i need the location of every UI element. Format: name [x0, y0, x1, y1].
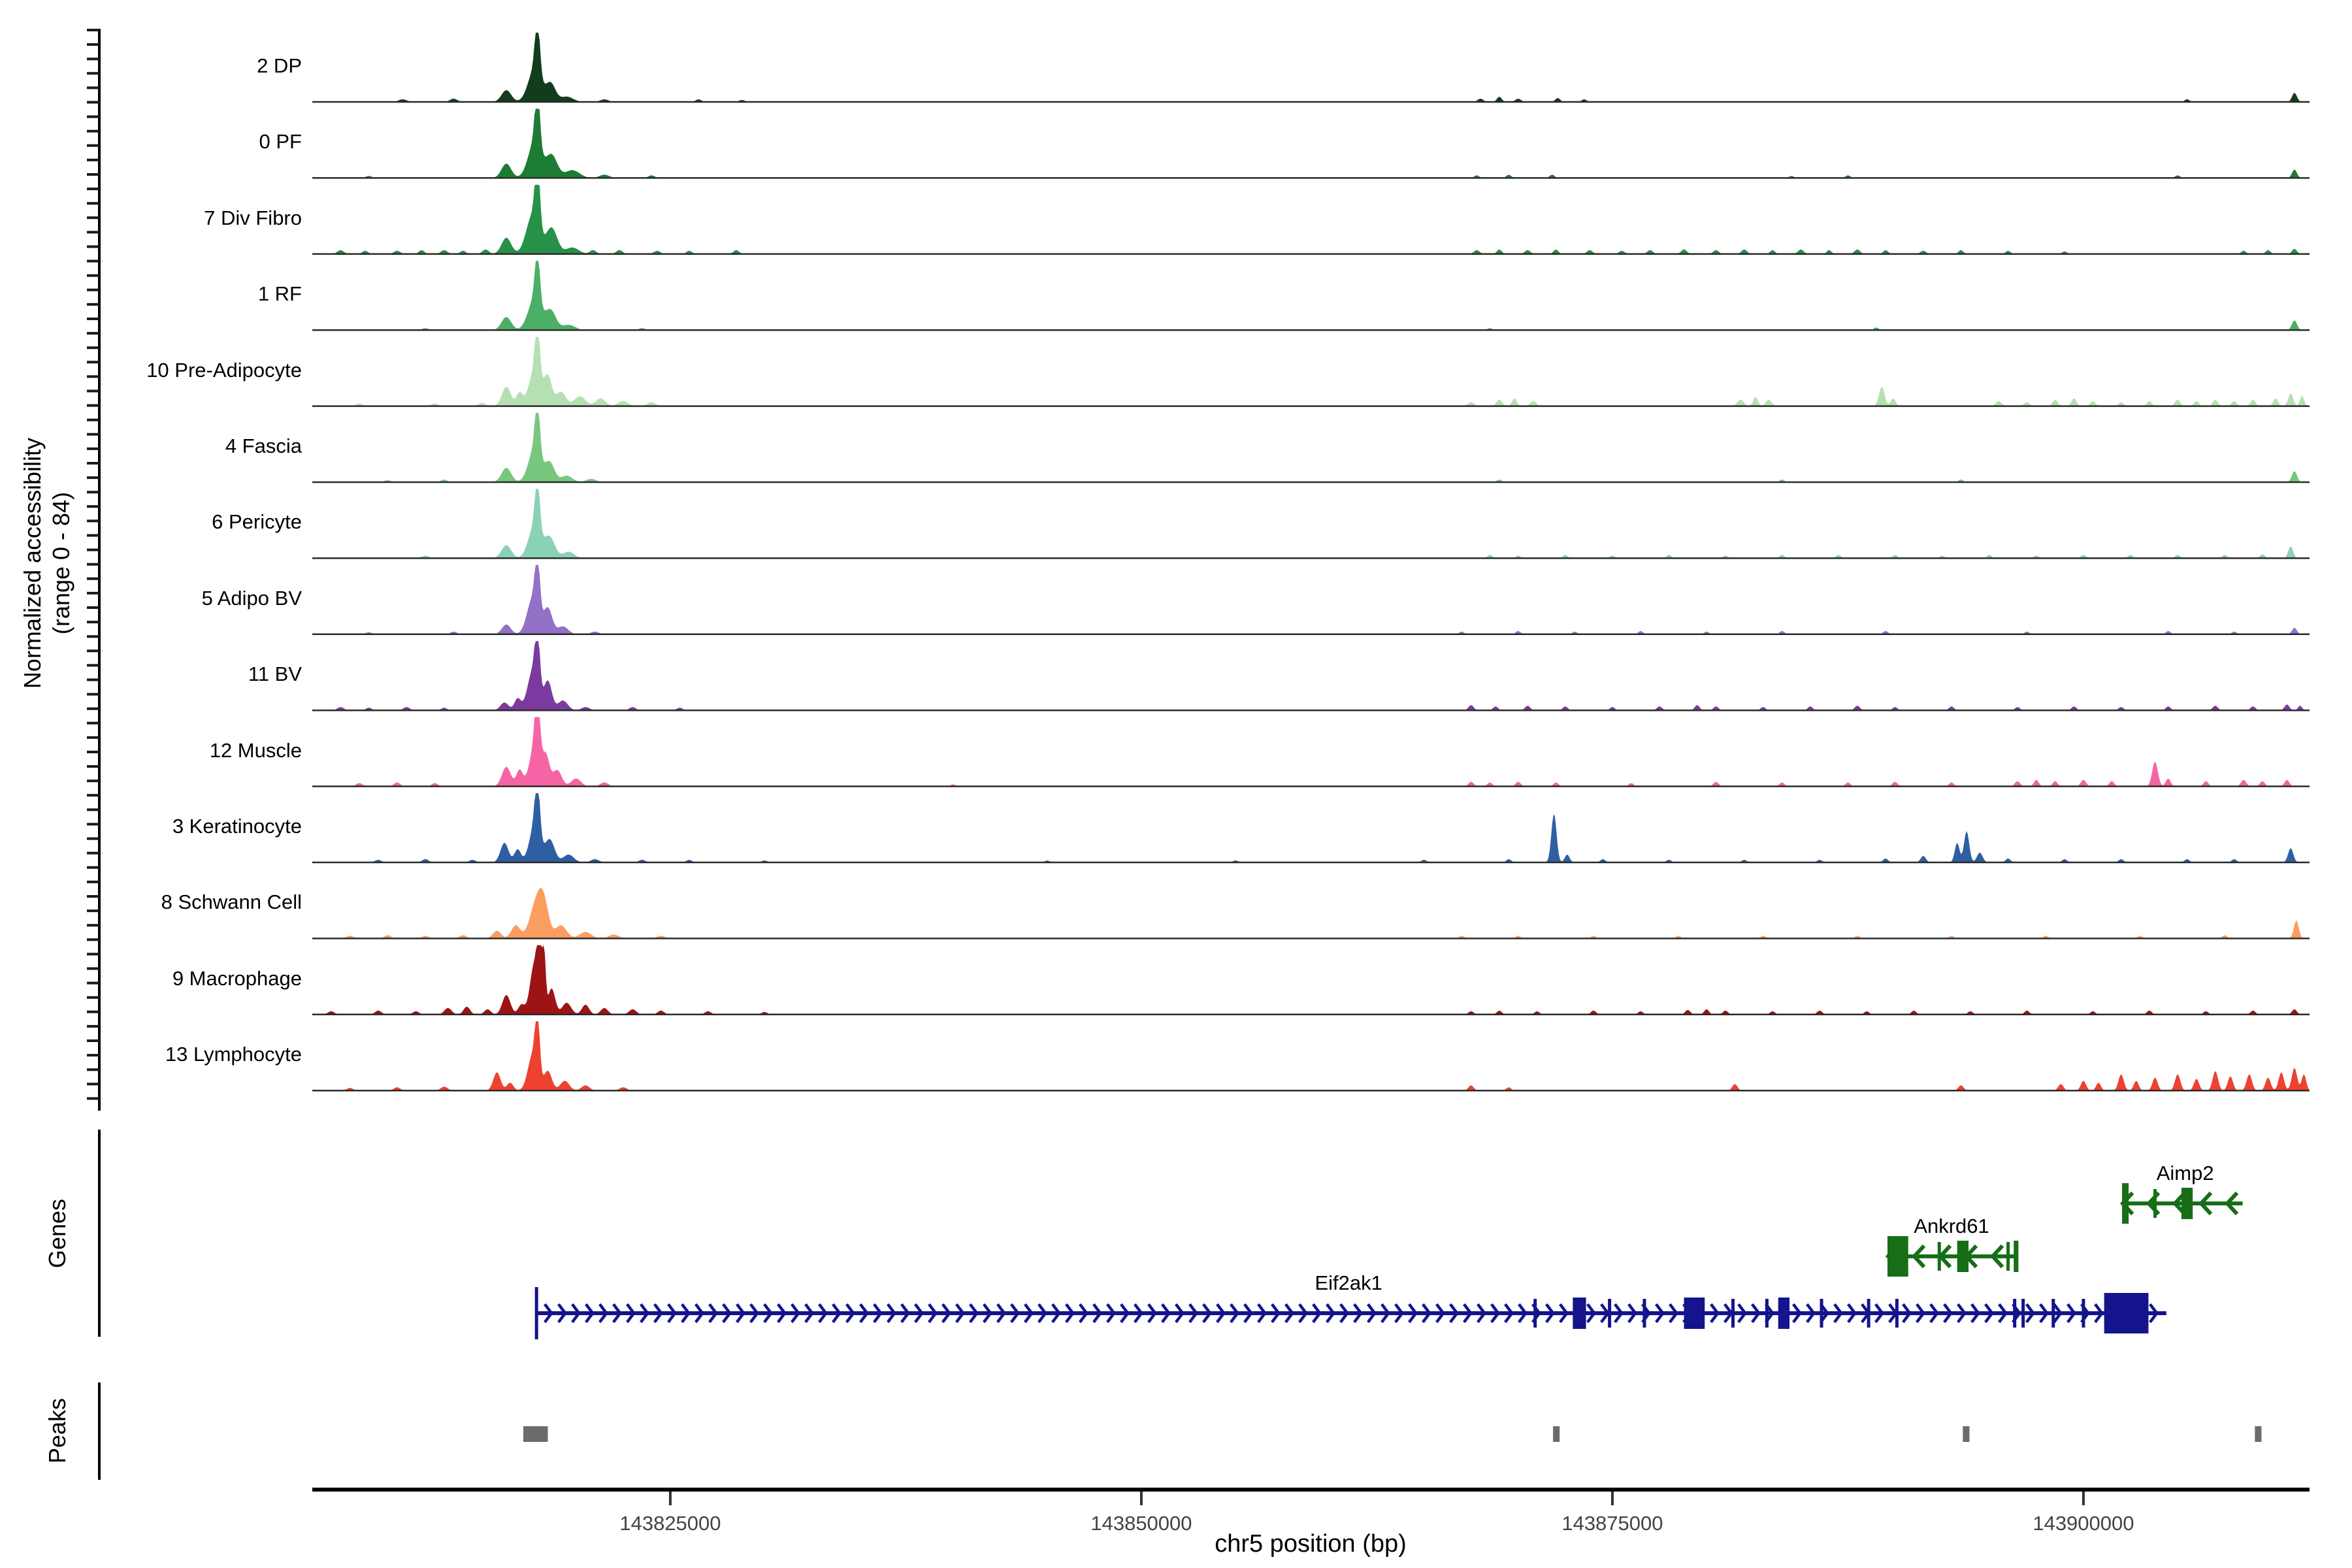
track-label-12-muscle: 12 Muscle [0, 739, 302, 762]
exon-box [1684, 1298, 1705, 1329]
exon-box-large [2104, 1293, 2149, 1333]
exon-box [1778, 1298, 1789, 1329]
exon-box [1573, 1298, 1586, 1329]
exon-tick [1642, 1299, 1646, 1328]
x-axis-title: chr5 position (bp) [1215, 1530, 1407, 1558]
track-label-2-dp: 2 DP [0, 54, 302, 78]
track-label-3-keratinocyte: 3 Keratinocyte [0, 815, 302, 838]
track-profile-12-muscle [312, 717, 2310, 787]
track-profile-6-pericyte [312, 489, 2310, 558]
y-axis-title-line2: (range 0 - 84) [47, 438, 76, 689]
track-profile-9-macrophage [312, 945, 2310, 1015]
track-profile-13-lymphocyte [312, 1021, 2310, 1090]
gene-model-eif2ak1 [535, 1287, 2166, 1339]
exon-tick [1820, 1299, 1823, 1328]
track-profile-8-schwann-cell [312, 888, 2310, 938]
track-profile-11-bv [312, 641, 2310, 710]
peak-interval-box [1553, 1426, 1560, 1442]
exon-tick [2013, 1299, 2016, 1328]
exon-tick [2153, 1189, 2157, 1218]
track-label-5-adipo-bv: 5 Adipo BV [0, 587, 302, 610]
exon-tick [1608, 1299, 1611, 1328]
exon-box-large [1887, 1236, 1908, 1277]
track-profile-0-pf [312, 108, 2310, 178]
exon-tick [2051, 1299, 2055, 1328]
peaks-section-label: Peaks [44, 1398, 71, 1463]
exon-box [2181, 1188, 2193, 1219]
exon-tick [1731, 1299, 1735, 1328]
track-profile-4-fascia [312, 413, 2310, 482]
exon-tick [2006, 1242, 2010, 1271]
exon-box-large [2122, 1183, 2129, 1224]
peak-interval-box [2255, 1426, 2261, 1442]
x-tick-label-143900000: 143900000 [2033, 1512, 2134, 1535]
track-profile-2-dp [312, 33, 2310, 102]
track-label-4-fascia: 4 Fascia [0, 434, 302, 458]
exon-tick [1765, 1299, 1769, 1328]
exon-tick [2021, 1299, 2025, 1328]
exon-tick [1867, 1299, 1870, 1328]
x-tick-label-143825000: 143825000 [619, 1512, 721, 1535]
track-label-10-pre-adipocyte: 10 Pre-Adipocyte [0, 359, 302, 382]
track-label-6-pericyte: 6 Pericyte [0, 510, 302, 534]
track-profile-3-keratinocyte [312, 793, 2310, 862]
gene-tss-tick [535, 1287, 538, 1339]
track-label-11-bv: 11 BV [0, 662, 302, 686]
gene-name-eif2ak1: Eif2ak1 [1315, 1271, 1382, 1295]
track-label-1-rf: 1 RF [0, 282, 302, 306]
y-axis-title-line1: Normalized accessibility [18, 438, 47, 689]
gene-name-aimp2: Aimp2 [2157, 1162, 2214, 1185]
peak-interval-box [1963, 1426, 1969, 1442]
track-label-7-div-fibro: 7 Div Fibro [0, 206, 302, 230]
track-label-8-schwann-cell: 8 Schwann Cell [0, 890, 302, 914]
track-profile-1-rf [312, 261, 2310, 330]
track-label-9-macrophage: 9 Macrophage [0, 967, 302, 990]
exon-tick [1895, 1299, 1899, 1328]
track-label-0-pf: 0 PF [0, 130, 302, 154]
gene-name-ankrd61: Ankrd61 [1914, 1215, 1989, 1238]
exon-box [1957, 1241, 1968, 1272]
genes-section-label: Genes [44, 1199, 71, 1268]
track-profile-5-adipo-bv [312, 565, 2310, 634]
plot-canvas [0, 0, 2352, 1568]
peak-interval-box [523, 1426, 547, 1442]
exon-box [2014, 1241, 2018, 1272]
exon-tick [1938, 1242, 1941, 1271]
track-profile-10-pre-adipocyte [312, 337, 2310, 406]
track-profile-7-div-fibro [312, 185, 2310, 254]
track-label-13-lymphocyte: 13 Lymphocyte [0, 1043, 302, 1066]
coverage-plot-figure: Normalized accessibility (range 0 - 84) … [0, 0, 2352, 1568]
y-axis-title: Normalized accessibility (range 0 - 84) [18, 438, 76, 689]
gene-model-aimp2 [2122, 1183, 2243, 1224]
x-tick-label-143875000: 143875000 [1561, 1512, 1663, 1535]
exon-tick [1533, 1299, 1537, 1328]
x-tick-label-143850000: 143850000 [1090, 1512, 1192, 1535]
gene-model-ankrd61 [1887, 1236, 2018, 1277]
exon-tick [2082, 1299, 2085, 1328]
